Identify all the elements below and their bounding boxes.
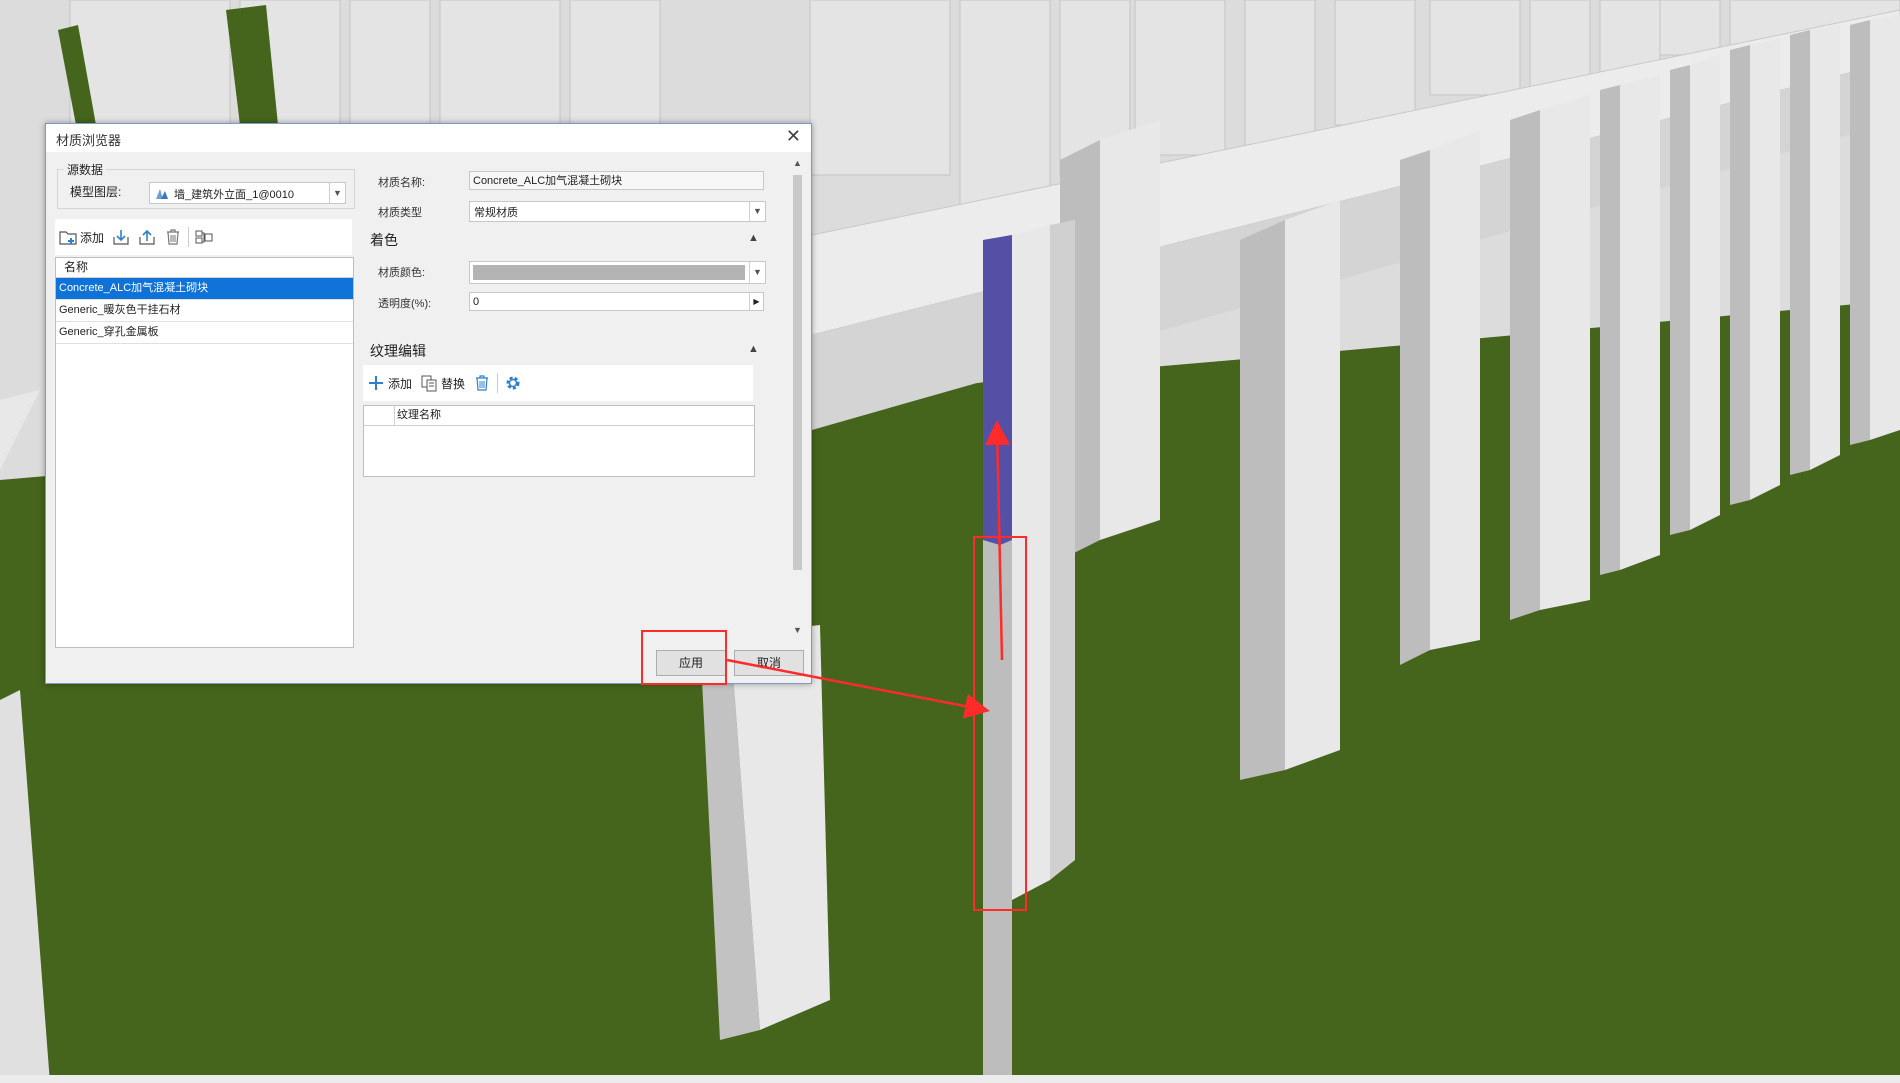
add-material-label: 添加	[80, 230, 105, 245]
add-material-button[interactable]: 添加	[55, 225, 108, 249]
coloring-section-title: 着色	[370, 232, 398, 248]
model-layer-select[interactable]: 墙_建筑外立面_1@0010 ▼	[149, 182, 346, 204]
color-swatch	[473, 265, 745, 280]
transparency-field[interactable]: 0 ▶	[469, 292, 764, 311]
merge-icon	[195, 228, 213, 246]
material-type-label: 材质类型	[378, 207, 422, 219]
material-list-item[interactable]: Generic_穿孔金属板	[56, 322, 353, 344]
chevron-down-icon[interactable]: ▼	[749, 202, 765, 221]
model-layer-label: 模型图层:	[70, 185, 122, 199]
scroll-up-icon[interactable]: ▲	[790, 158, 805, 168]
replace-texture-label: 替换	[441, 376, 466, 391]
apply-highlight-box	[641, 630, 727, 685]
properties-scrollbar[interactable]: ▲ ▼	[790, 158, 805, 635]
toolbar-separator	[497, 373, 499, 393]
close-button[interactable]: ✕	[786, 126, 801, 147]
plus-icon	[367, 374, 385, 392]
material-browser-dialog: 材质浏览器 ✕ 源数据 模型图层: 墙_建筑外立面_1@0010 ▼ 添加 名称…	[45, 123, 812, 684]
texture-table-header: 纹理名称	[364, 406, 754, 426]
material-type-value: 常规材质	[474, 207, 518, 219]
material-list-item[interactable]: Generic_暖灰色干挂石材	[56, 300, 353, 322]
material-list: 名称 Concrete_ALC加气混凝土砌块 Generic_暖灰色干挂石材 G…	[55, 257, 354, 648]
wall-highlight-box	[973, 536, 1027, 911]
texture-table: 纹理名称	[363, 405, 755, 477]
replace-texture-button[interactable]: 替换	[416, 371, 469, 395]
material-list-item[interactable]: Concrete_ALC加气混凝土砌块	[56, 278, 353, 300]
chevron-down-icon[interactable]: ▼	[749, 262, 765, 283]
transparency-label: 透明度(%):	[378, 298, 432, 310]
dialog-title: 材质浏览器	[56, 133, 122, 148]
gear-icon	[504, 374, 522, 392]
source-data-legend: 源数据	[64, 161, 107, 178]
import-icon	[112, 228, 130, 246]
toolbar-separator	[188, 227, 190, 247]
material-color-picker[interactable]: ▼	[469, 261, 766, 284]
slider-arrow-icon[interactable]: ▶	[749, 293, 763, 310]
texture-name-column: 纹理名称	[397, 409, 441, 421]
scroll-down-icon[interactable]: ▼	[790, 625, 805, 635]
export-button[interactable]	[134, 225, 160, 249]
material-name-field[interactable]: Concrete_ALC加气混凝土砌块	[469, 171, 764, 190]
merge-button[interactable]	[191, 225, 217, 249]
cancel-button[interactable]: 取消	[734, 650, 804, 676]
chevron-down-icon[interactable]: ▼	[329, 183, 345, 203]
model-layer-value: 墙_建筑外立面_1@0010	[174, 189, 294, 201]
material-list-header: 名称	[56, 258, 353, 278]
transparency-value: 0	[473, 296, 480, 308]
delete-texture-button[interactable]	[469, 371, 495, 395]
trash-icon	[473, 374, 491, 392]
model-layer-icon	[154, 185, 170, 204]
material-type-select[interactable]: 常规材质 ▼	[469, 201, 766, 222]
import-button[interactable]	[108, 225, 134, 249]
trash-icon	[164, 228, 182, 246]
texture-toolbar: 添加 替换	[363, 365, 753, 401]
add-texture-label: 添加	[388, 376, 413, 391]
texture-settings-button[interactable]	[500, 371, 526, 395]
texture-section-title: 纹理编辑	[370, 343, 426, 359]
export-icon	[138, 228, 156, 246]
delete-material-button[interactable]	[160, 225, 186, 249]
collapse-texture-icon[interactable]: ▲	[748, 343, 759, 355]
add-folder-icon	[59, 228, 77, 246]
scroll-thumb[interactable]	[793, 175, 802, 570]
source-data-group: 源数据 模型图层: 墙_建筑外立面_1@0010 ▼	[57, 161, 355, 209]
material-name-label: 材质名称:	[378, 177, 426, 189]
add-texture-button[interactable]: 添加	[363, 371, 416, 395]
material-list-toolbar: 添加	[55, 219, 352, 255]
replace-icon	[420, 374, 438, 392]
select-all-checkbox[interactable]	[364, 406, 395, 425]
material-color-label: 材质颜色:	[378, 267, 426, 279]
collapse-coloring-icon[interactable]: ▲	[748, 232, 759, 244]
title-bar[interactable]: 材质浏览器 ✕	[46, 124, 811, 152]
